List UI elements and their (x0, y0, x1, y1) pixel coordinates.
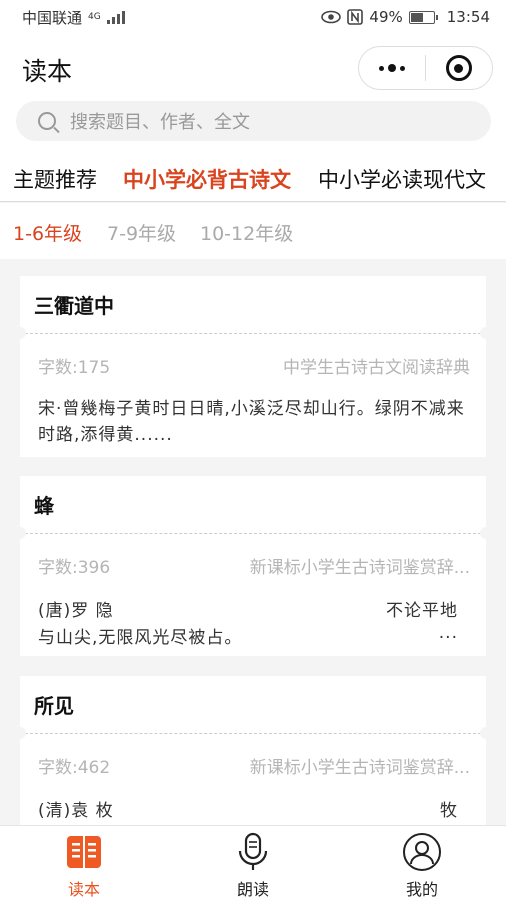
battery-percent: 49% (369, 8, 403, 26)
nav-label: 读本 (67, 880, 100, 899)
card-notch (14, 527, 26, 539)
poem-card[interactable]: 蜂 字数:396 新课标小学生古诗词鉴赏辞... (唐)罗 隐 不论平地 与山尖… (14, 476, 492, 656)
poem-card[interactable]: 三衢道中 字数:175 中学生古诗古文阅读辞典 宋·曾幾梅子黄时日日晴,小溪泛尽… (14, 276, 492, 457)
carrier-label: 中国联通 (22, 8, 83, 27)
poem-author: (清)袁 枚 (38, 801, 114, 821)
bottom-nav: 读本 朗读 我的 (0, 825, 506, 900)
status-right: 49% 13:54 (321, 8, 490, 26)
tab-theme[interactable]: 主题推荐 (13, 164, 97, 194)
tab-classical[interactable]: 中小学必背古诗文 (123, 164, 291, 194)
more-dots-icon (379, 64, 405, 72)
word-count: 字数:396 (38, 558, 111, 578)
poem-source: 中学生古诗古文阅读辞典 (283, 358, 470, 378)
card-header: 所见 (14, 676, 492, 739)
grade-1-6[interactable]: 1-6年级 (13, 219, 82, 246)
eye-icon (321, 10, 342, 24)
more-button[interactable] (359, 47, 425, 89)
top-bar: 读本 (0, 34, 506, 98)
word-count: 字数:462 (38, 758, 111, 778)
poem-title: 三衢道中 (34, 294, 114, 318)
card-notch (480, 327, 492, 339)
poem-source: 新课标小学生古诗词鉴赏辞... (249, 758, 470, 778)
poem-author: (唐)罗 隐 (38, 601, 114, 621)
battery-icon (408, 10, 438, 24)
card-notch (14, 327, 26, 339)
user-icon (402, 832, 442, 872)
nav-item-mine[interactable]: 我的 (338, 826, 506, 900)
nav-label: 我的 (405, 880, 438, 899)
poem-source: 新课标小学生古诗词鉴赏辞... (249, 558, 470, 578)
poem-ellipsis: ... (438, 623, 458, 643)
nfc-icon (347, 9, 364, 25)
poem-title: 所见 (34, 694, 74, 718)
search-icon (38, 112, 56, 130)
poem-excerpt-start: 不论平地 (386, 601, 458, 621)
card-header: 蜂 (14, 476, 492, 539)
grade-7-9[interactable]: 7-9年级 (107, 219, 176, 246)
poem-excerpt: 与山尖,无限风光尽被占。 (38, 628, 243, 648)
card-notch (14, 727, 26, 739)
book-icon (64, 832, 104, 872)
poem-title: 蜂 (34, 494, 54, 518)
page-title: 读本 (22, 57, 73, 86)
status-bar: 中国联通 4G 49% 13:54 (0, 0, 506, 34)
poem-excerpt-start: 牧 (440, 801, 458, 821)
nav-label: 朗读 (236, 880, 269, 899)
search-placeholder: 搜索题目、作者、全文 (70, 112, 250, 133)
category-tabs: 主题推荐 中小学必背古诗文 中小学必读现代文 (0, 150, 506, 202)
card-notch (480, 727, 492, 739)
mini-program-capsule (358, 46, 493, 90)
target-circle-icon (445, 55, 472, 81)
poem-card[interactable]: 所见 字数:462 新课标小学生古诗词鉴赏辞... (清)袁 枚 牧 (14, 676, 492, 825)
search-input[interactable]: 搜索题目、作者、全文 (16, 101, 491, 141)
grade-filter: 1-6年级 7-9年级 10-12年级 (0, 203, 506, 259)
word-count: 字数:175 (38, 358, 111, 378)
network-label: 4G (88, 11, 101, 22)
microphone-icon (233, 832, 273, 872)
card-header: 三衢道中 (14, 276, 492, 339)
nav-item-reader[interactable]: 读本 (0, 826, 168, 900)
nav-item-read-aloud[interactable]: 朗读 (169, 826, 337, 900)
status-left: 中国联通 4G (22, 7, 125, 28)
close-button[interactable] (426, 47, 492, 89)
search-area: 搜索题目、作者、全文 (0, 98, 506, 150)
grade-10-12[interactable]: 10-12年级 (200, 219, 293, 246)
poem-excerpt: 宋·曾幾梅子黄时日日晴,小溪泛尽却山行。绿阴不减来时路,添得黄...... (38, 399, 465, 445)
signal-icon (106, 10, 125, 24)
clock: 13:54 (446, 8, 490, 26)
card-notch (480, 527, 492, 539)
tab-modern[interactable]: 中小学必读现代文 (318, 164, 486, 194)
